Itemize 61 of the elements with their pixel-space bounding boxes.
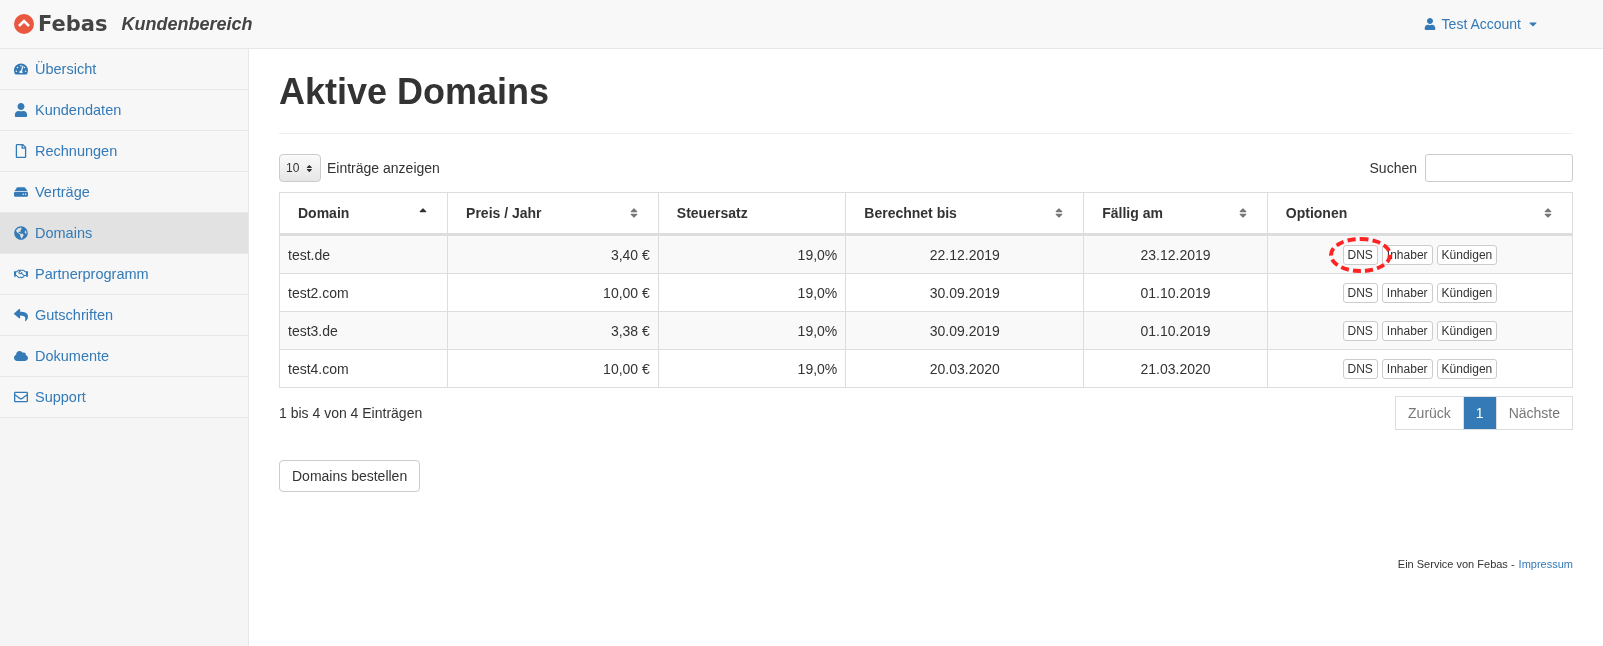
table-cell: 21.03.2020: [1083, 349, 1268, 388]
globe-icon: [14, 226, 28, 240]
action-button[interactable]: Kündigen: [1436, 358, 1498, 379]
page-title: Aktive Domains: [279, 71, 1573, 134]
cloud-icon: [14, 349, 28, 363]
table-cell: 30.09.2019: [845, 311, 1084, 350]
impressum-link[interactable]: Impressum: [1518, 558, 1573, 570]
table-info: 1 bis 4 von 4 Einträgen: [279, 405, 423, 421]
action-button[interactable]: DNS: [1342, 282, 1378, 303]
reply-arrow-icon: [14, 308, 28, 322]
pagination-button[interactable]: Nächste: [1495, 396, 1573, 430]
envelope-icon: [14, 390, 28, 404]
action-button[interactable]: Inhaber: [1381, 282, 1433, 303]
dashboard-icon: [14, 62, 28, 76]
action-button[interactable]: Inhaber: [1381, 358, 1433, 379]
table-cell: 10,00 €: [447, 349, 659, 388]
sort-icon: [305, 163, 314, 173]
table-cell: 23.12.2019: [1083, 234, 1268, 274]
brand-name: Febas: [38, 12, 108, 36]
table-cell: test3.de: [279, 311, 448, 350]
action-button[interactable]: Kündigen: [1436, 320, 1498, 341]
dns-button[interactable]: DNS: [1342, 244, 1378, 265]
file-icon: [14, 144, 28, 158]
table-cell: 19,0%: [658, 349, 846, 388]
action-button[interactable]: Inhaber: [1381, 320, 1433, 341]
table-cell: test.de: [279, 234, 448, 274]
table-cell: 01.10.2019: [1083, 311, 1268, 350]
table-cell: 20.03.2020: [845, 349, 1084, 388]
handshake-icon: [14, 267, 28, 281]
table-cell: 22.12.2019: [845, 234, 1084, 274]
search-label: Suchen: [1369, 160, 1417, 176]
table-cell: 19,0%: [658, 234, 846, 274]
entries-select[interactable]: 10: [279, 154, 321, 182]
table-cell: test2.com: [279, 273, 448, 312]
action-button[interactable]: Kündigen: [1436, 282, 1498, 303]
table-cell: 3,40 €: [447, 234, 659, 274]
pagination-button[interactable]: Zurück: [1395, 396, 1464, 430]
user-icon: [1423, 18, 1436, 30]
pagination-button[interactable]: 1: [1462, 396, 1497, 430]
table-cell: 30.09.2019: [845, 273, 1084, 312]
sidebar-item[interactable]: Domains: [0, 213, 248, 254]
user-icon: [14, 103, 28, 117]
footer-text: Ein Service von Febas -: [1397, 558, 1515, 570]
table-cell: test4.com: [279, 349, 448, 388]
table-cell: 19,0%: [658, 273, 846, 312]
search-field[interactable]: [1425, 154, 1573, 182]
order-domains-button[interactable]: Domains bestellen: [279, 460, 421, 492]
sort-icon: [1542, 207, 1554, 219]
table-cell: 01.10.2019: [1083, 273, 1268, 312]
action-button[interactable]: DNS: [1342, 320, 1378, 341]
action-button[interactable]: Inhaber: [1381, 244, 1433, 265]
logo-icon: [14, 14, 34, 34]
action-button[interactable]: DNS: [1342, 358, 1378, 379]
entries-label: Einträge anzeigen: [327, 160, 440, 176]
table-cell: 19,0%: [658, 311, 846, 350]
account-menu[interactable]: Test Account: [1423, 16, 1539, 32]
brand-subtitle: Kundenbereich: [121, 13, 253, 35]
action-button[interactable]: Kündigen: [1436, 244, 1498, 265]
table-cell: 3,38 €: [447, 311, 659, 350]
table-cell: 10,00 €: [447, 273, 659, 312]
drive-icon: [14, 185, 28, 199]
